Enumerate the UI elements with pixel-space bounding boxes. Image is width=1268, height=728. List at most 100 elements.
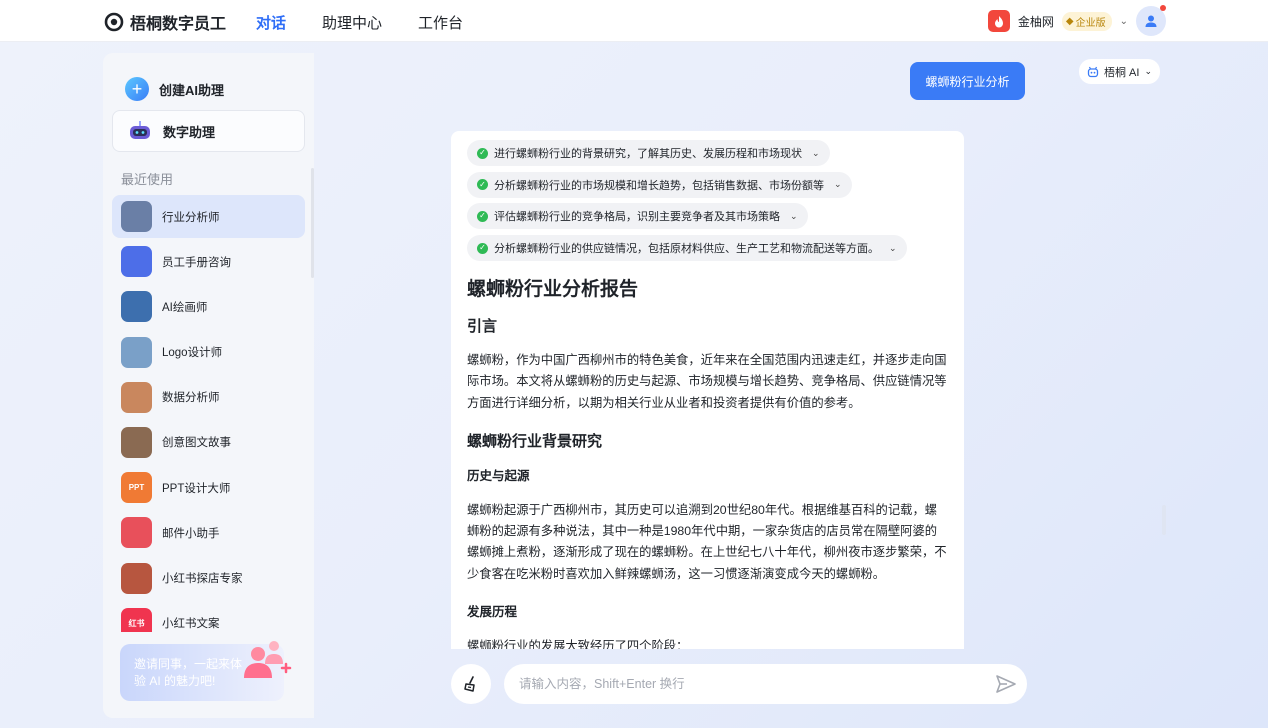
edition-label: 企业版 [1075,17,1106,29]
task-steps: ✓ 进行螺蛳粉行业的背景研究，了解其历史、发展历程和市场现状 ⌄ ✓ 分析螺蛳粉行业的市… [467,140,907,267]
assistant-response-card: ✓ 进行螺蛳粉行业的背景研究，了解其历史、发展历程和市场现状 ⌄ ✓ 分析螺蛳粉行业的市… [451,131,964,649]
step-row: ✓ 评估螺蛳粉行业的竞争格局，识别主要竞争者及其市场策略 ⌄ [467,203,907,235]
side-panel-handle[interactable] [1162,505,1166,535]
digital-label: 数字助理 [163,124,216,140]
agent-avatar: 红书 [121,607,152,632]
agent-label: 小红书文案 [162,618,220,631]
agent-label: PPT设计大师 [162,482,231,495]
step-label: 分析螺蛳粉行业的供应链情况，包括原材料供应、生产工艺和物流配送等方面。 [494,243,879,256]
logo-icon [104,12,124,32]
agent-item[interactable]: 小红书探店专家 [112,557,305,600]
development-heading: 发展历程 [467,605,518,620]
org-name[interactable]: 金柚网 [1018,13,1054,30]
send-icon[interactable] [995,674,1017,694]
agent-label: 数据分析师 [162,392,220,405]
chevron-down-icon: ⌄ [812,147,820,158]
agent-item[interactable]: Logo设计师 [112,331,305,374]
intro-paragraph: 螺蛳粉，作为中国广西柳州市的特色美食，近年来在全国范围内迅速走红，并逐步走向国际… [467,353,947,410]
message-input[interactable] [504,664,1027,704]
chevron-down-icon: ⌄ [790,210,798,221]
agent-item[interactable]: PPT PPT设计大师 [112,466,305,509]
history-heading: 历史与起源 [467,468,530,483]
development-paragraph: 螺蛳粉行业的发展大致经历了四个阶段： [467,639,689,649]
intro-heading: 引言 [467,318,498,335]
agent-label: Logo设计师 [162,347,223,360]
recent-title: 最近使用 [121,172,174,187]
chevron-down-icon: ⌄ [1144,66,1152,76]
agent-item[interactable]: AI绘画师 [112,285,305,328]
step-row: ✓ 分析螺蛳粉行业的市场规模和增长趋势，包括销售数据、市场份额等 ⌄ [467,171,907,204]
clear-context-button[interactable] [451,664,491,704]
step-label: 进行螺蛳粉行业的背景研究，了解其历史、发展历程和市场现状 [494,148,802,160]
diamond-icon: ◆ [1065,15,1074,27]
agent-item[interactable]: 创意图文故事 [112,421,305,464]
model-name: 梧桐 AI [1104,66,1140,79]
agent-avatar [121,381,152,413]
step-row: ✓ 进行螺蛳粉行业的背景研究，了解其历史、发展历程和市场现状 ⌄ [467,140,907,172]
org-logo-icon [987,10,1010,32]
main-nav: 对话 助理中心 工作台 [256,12,463,33]
agent-avatar [121,246,152,278]
agent-item[interactable]: 员工手册咨询 [112,240,305,283]
agent-label: 邮件小助手 [162,527,220,540]
check-icon: ✓ [477,242,488,254]
check-icon: ✓ [477,179,488,191]
edition-badge: ◆ 企业版 [1061,11,1112,31]
task-step[interactable]: ✓ 评估螺蛳粉行业的竞争格局，识别主要竞争者及其市场策略 ⌄ [467,203,808,230]
create-label: 创建AI助理 [159,82,225,98]
agent-avatar [121,517,152,549]
background-heading: 螺蛳粉行业背景研究 [467,432,603,450]
step-label: 评估螺蛳粉行业的竞争格局，识别主要竞争者及其市场策略 [494,211,780,224]
agent-label: AI绘画师 [162,301,208,314]
report-title: 螺蛳粉行业分析报告 [467,279,639,300]
user-avatar[interactable] [1136,5,1166,36]
agent-item[interactable]: 数据分析师 [112,376,305,419]
agent-avatar: PPT [121,472,152,504]
agent-list: 行业分析师 员工手册咨询 AI绘画师 Logo设计师 数据分析师 创意图文故事 PPT PPT… [112,195,305,632]
chevron-down-icon[interactable]: ⌄ [1120,16,1128,27]
user-icon [1145,15,1157,27]
digital-assistant-button[interactable]: 数字助理 [112,110,305,152]
top-bar: 梧桐数字员工 对话 助理中心 工作台 金柚网 ◆ 企业版 ⌄ [0,0,1268,42]
agent-item[interactable]: 行业分析师 [112,195,305,238]
notification-dot [1160,5,1166,11]
account-area: 金柚网 ◆ 企业版 ⌄ [987,5,1166,36]
history-paragraph: 螺蛳粉起源于广西柳州市，其历史可以追溯到20世纪80年代。根据维基百科的记载，螺… [467,502,947,581]
agent-label: 小红书探店专家 [162,573,243,585]
agent-item[interactable]: 邮件小助手 [112,511,305,554]
chevron-down-icon: ⌄ [834,179,842,190]
agent-avatar [121,336,152,368]
agent-avatar [121,201,152,232]
report-document: 螺蛳粉行业分析报告 引言 螺蛳粉，作为中国广西柳州市的特色美食，近年来在全国范围… [467,274,947,649]
app-logo[interactable]: 梧桐数字员工 [104,10,226,34]
task-step[interactable]: ✓ 分析螺蛳粉行业的供应链情况，包括原材料供应、生产工艺和物流配送等方面。 ⌄ [467,235,907,262]
agent-label: 员工手册咨询 [162,256,231,269]
agent-label: 创意图文故事 [162,437,231,450]
step-label: 分析螺蛳粉行业的市场规模和增长趋势，包括销售数据、市场份额等 [494,179,824,192]
agent-avatar [121,291,152,323]
task-step[interactable]: ✓ 进行螺蛳粉行业的背景研究，了解其历史、发展历程和市场现状 ⌄ [467,140,830,166]
agent-label: 行业分析师 [162,211,220,224]
robot-face-icon [1087,66,1099,77]
user-message-bubble: 螺蛳粉行业分析 [910,62,1025,100]
agent-avatar [121,562,152,594]
invite-people-icon [244,641,292,678]
plus-icon: + [125,77,149,101]
nav-assistant-center[interactable]: 助理中心 [322,12,382,33]
composer [451,664,1028,704]
chat-area: 螺蛳粉行业分析 梧桐 AI ⌄ ✓ 进行螺蛳粉行业的背景研究，了解其历史、发展历程… [314,53,1165,718]
broom-icon [464,676,475,692]
check-icon: ✓ [477,210,488,222]
app-name: 梧桐数字员工 [130,16,227,33]
chevron-down-icon: ⌄ [889,242,897,253]
agent-avatar [121,426,152,458]
nav-workbench[interactable]: 工作台 [418,12,463,33]
model-selector[interactable]: 梧桐 AI ⌄ [1079,59,1160,84]
sidebar: + 创建AI助理 数字助理 最近使用 行业分析师员工手册咨询 AI绘画师 Logo设… [103,53,314,718]
invite-text: 邀请同事，一起来体验 AI 的魅力吧! [134,657,243,688]
nav-chat[interactable]: 对话 [256,12,286,33]
agent-item[interactable]: 红书 小红书文案 [112,602,305,632]
create-ai-assistant-button[interactable]: + 创建AI助理 [125,77,224,101]
invite-banner[interactable]: 邀请同事，一起来体验 AI 的魅力吧! [120,641,292,701]
task-step[interactable]: ✓ 分析螺蛳粉行业的市场规模和增长趋势，包括销售数据、市场份额等 ⌄ [467,171,852,198]
